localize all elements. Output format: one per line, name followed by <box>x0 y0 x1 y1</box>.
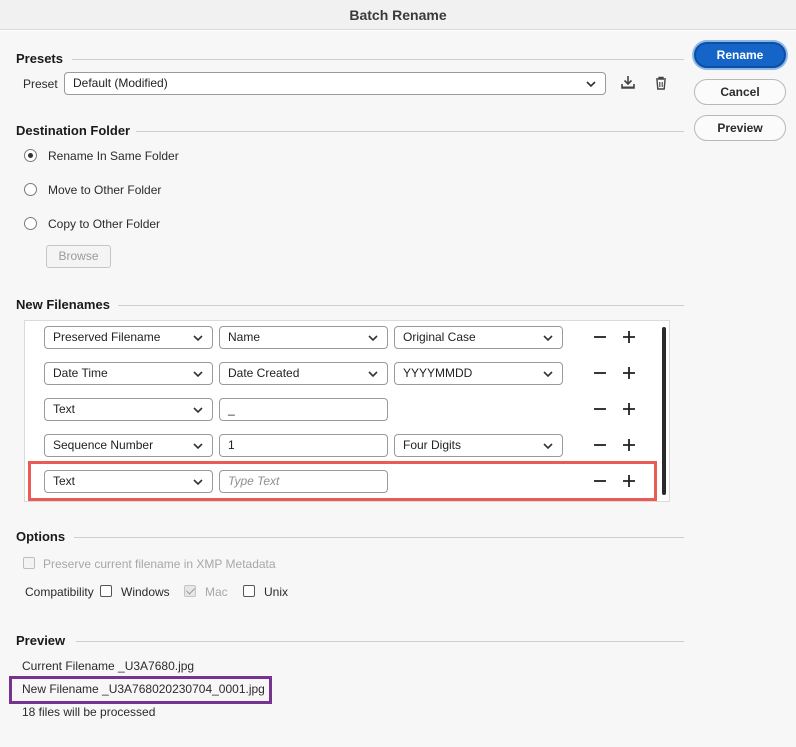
new-filename-highlight-box <box>9 676 272 704</box>
row2-field3-select[interactable]: YYYYMMDD <box>394 362 563 385</box>
copy-to-other-folder-radio[interactable] <box>24 217 37 230</box>
save-preset-icon[interactable] <box>618 73 638 93</box>
mac-label: Mac <box>205 585 228 599</box>
row1-add-icon[interactable] <box>621 329 637 345</box>
chevron-down-icon <box>543 443 553 450</box>
window-title: Batch Rename <box>0 0 796 30</box>
row5-highlight-box <box>28 461 657 501</box>
row3-type-value: Text <box>53 402 76 416</box>
move-to-other-folder-radio[interactable] <box>24 183 37 196</box>
row2-field3-value: YYYYMMDD <box>403 366 473 380</box>
preset-select[interactable]: Default (Modified) <box>64 72 606 95</box>
row1-remove-icon[interactable] <box>592 329 608 345</box>
row3-text-input[interactable]: _ <box>219 398 388 421</box>
rename-button[interactable]: Rename <box>694 42 786 68</box>
preset-label: Preset <box>23 77 58 91</box>
row2-type-value: Date Time <box>53 366 108 380</box>
new-filenames-divider <box>118 305 684 306</box>
chevron-down-icon <box>193 335 203 342</box>
presets-divider <box>72 59 684 60</box>
unix-label: Unix <box>264 585 289 599</box>
row4-field3-select[interactable]: Four Digits <box>394 434 563 457</box>
row3-type-select[interactable]: Text <box>44 398 213 421</box>
options-section-title: Options <box>16 529 66 544</box>
row1-field2-value: Name <box>228 330 261 344</box>
windows-label: Windows <box>121 585 170 599</box>
row4-type-select[interactable]: Sequence Number <box>44 434 213 457</box>
preserve-xmp-label: Preserve current filename in XMP Metadat… <box>43 557 276 571</box>
row4-type-value: Sequence Number <box>53 438 154 452</box>
options-divider <box>74 537 684 538</box>
row4-field3-value: Four Digits <box>403 438 462 452</box>
rename-in-same-folder-label[interactable]: Rename In Same Folder <box>48 149 179 163</box>
preserve-xmp-checkbox[interactable] <box>23 557 35 569</box>
preview-button[interactable]: Preview <box>694 115 786 141</box>
cancel-button[interactable]: Cancel <box>694 79 786 105</box>
chevron-down-icon <box>368 371 378 378</box>
list-scrollbar[interactable] <box>662 327 666 495</box>
copy-to-other-folder-label[interactable]: Copy to Other Folder <box>48 217 160 231</box>
mac-checkbox <box>184 585 196 597</box>
chevron-down-icon <box>543 371 553 378</box>
row1-field3-value: Original Case <box>403 330 476 344</box>
chevron-down-icon <box>368 335 378 342</box>
current-filename-text: Current Filename _U3A7680.jpg <box>22 659 195 673</box>
chevron-down-icon <box>193 371 203 378</box>
chevron-down-icon <box>193 407 203 414</box>
row2-field2-value: Date Created <box>228 366 300 380</box>
row1-type-value: Preserved Filename <box>53 330 161 344</box>
row2-add-icon[interactable] <box>621 365 637 381</box>
windows-checkbox[interactable] <box>100 585 112 597</box>
move-to-other-folder-label[interactable]: Move to Other Folder <box>48 183 161 197</box>
compatibility-label: Compatibility <box>25 585 94 599</box>
row4-start-number-input[interactable]: 1 <box>219 434 388 457</box>
rename-in-same-folder-radio[interactable] <box>24 149 37 162</box>
chevron-down-icon <box>193 443 203 450</box>
new-filenames-section-title: New Filenames <box>16 297 110 312</box>
delete-preset-icon[interactable] <box>651 73 671 93</box>
preview-divider <box>76 641 684 642</box>
row3-remove-icon[interactable] <box>592 401 608 417</box>
row4-remove-icon[interactable] <box>592 437 608 453</box>
unix-checkbox[interactable] <box>243 585 255 597</box>
row2-field2-select[interactable]: Date Created <box>219 362 388 385</box>
row2-remove-icon[interactable] <box>592 365 608 381</box>
row2-type-select[interactable]: Date Time <box>44 362 213 385</box>
preset-select-value: Default (Modified) <box>73 76 168 90</box>
destination-divider <box>136 131 684 132</box>
files-count-text: 18 files will be processed <box>22 705 156 719</box>
row1-type-select[interactable]: Preserved Filename <box>44 326 213 349</box>
browse-button[interactable]: Browse <box>46 245 111 268</box>
destination-section-title: Destination Folder <box>16 123 131 138</box>
row1-field2-select[interactable]: Name <box>219 326 388 349</box>
presets-section-title: Presets <box>16 51 63 66</box>
row4-add-icon[interactable] <box>621 437 637 453</box>
row3-add-icon[interactable] <box>621 401 637 417</box>
row1-field3-select[interactable]: Original Case <box>394 326 563 349</box>
chevron-down-icon <box>586 81 596 88</box>
chevron-down-icon <box>543 335 553 342</box>
preview-section-title: Preview <box>16 633 66 648</box>
